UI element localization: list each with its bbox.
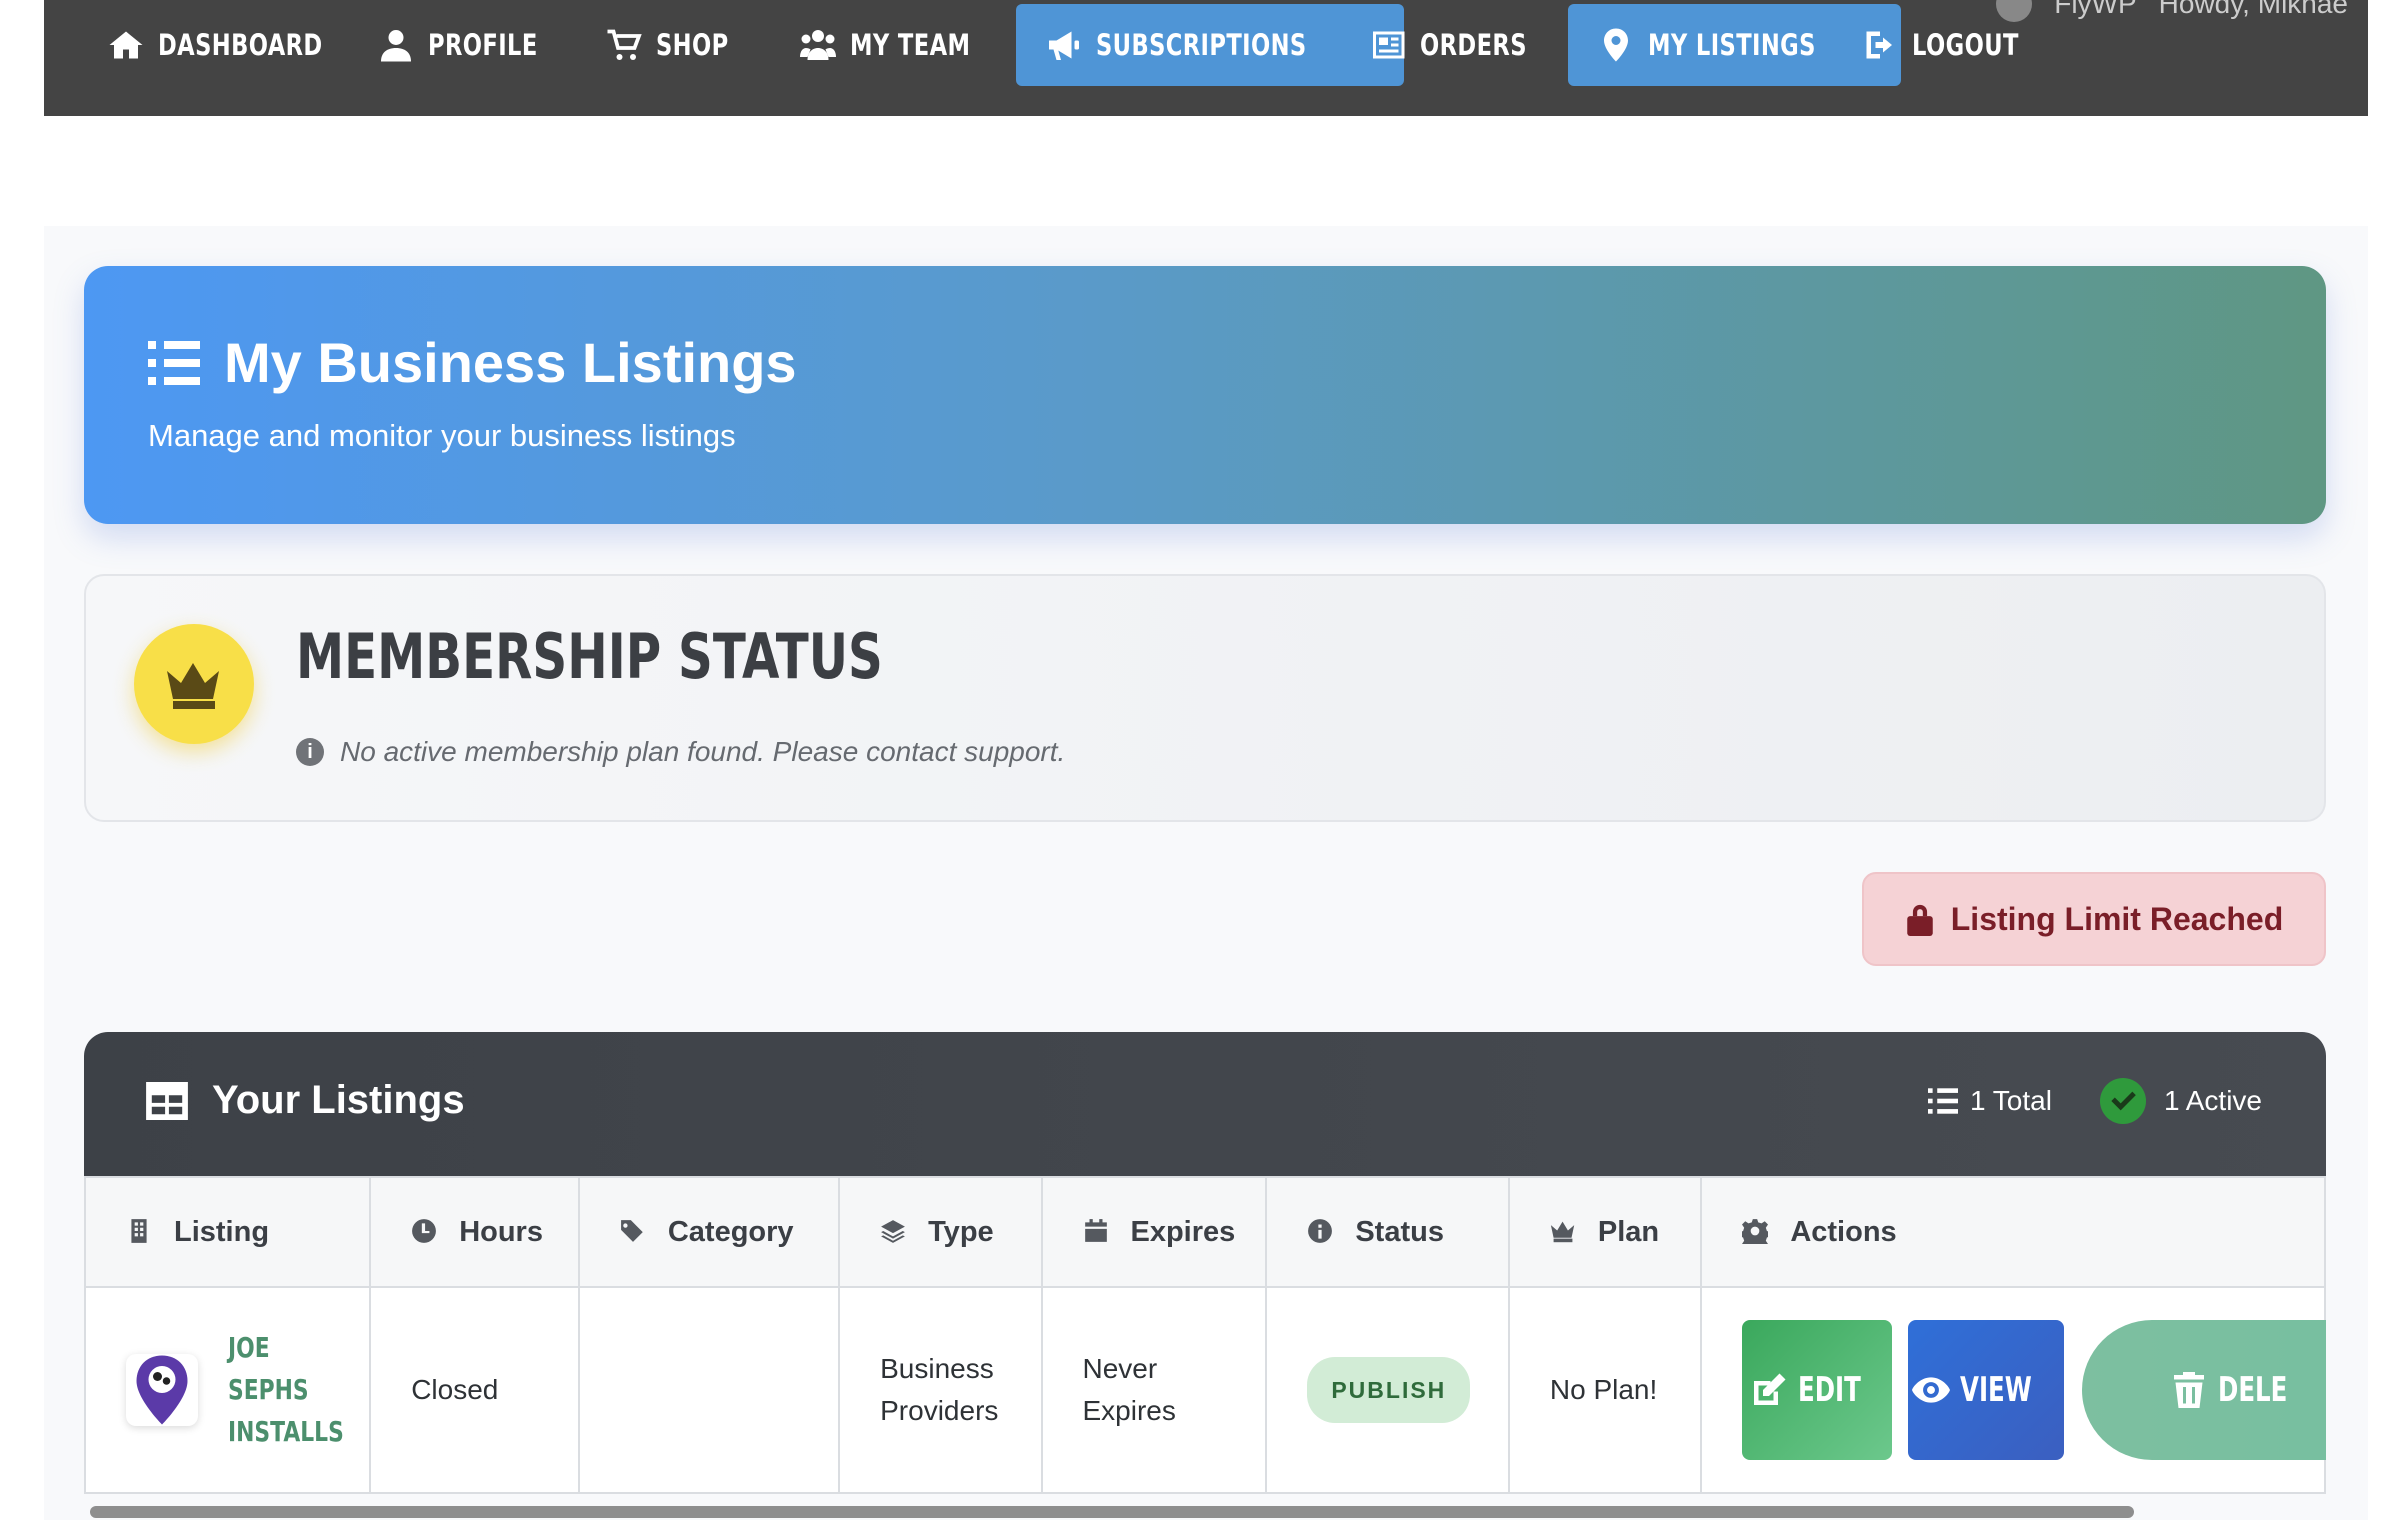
top-nav: DASHBOARD PROFILE SHOP MY TEAM SUBSCRIPT… bbox=[44, 0, 2368, 116]
nav-dashboard[interactable]: DASHBOARD bbox=[108, 4, 369, 86]
column-plan[interactable]: Plan bbox=[1507, 1176, 1703, 1288]
nav-profile[interactable]: PROFILE bbox=[378, 4, 569, 86]
logout-icon bbox=[1862, 27, 1898, 63]
column-expires[interactable]: Expires bbox=[1040, 1176, 1268, 1288]
page-subtitle: Manage and monitor your business listing… bbox=[148, 418, 736, 453]
newspaper-icon bbox=[1370, 27, 1406, 63]
list-icon bbox=[148, 340, 200, 385]
info-icon: i bbox=[296, 738, 324, 766]
hero-banner: My Business Listings Manage and monitor … bbox=[84, 266, 2326, 524]
info-icon bbox=[1307, 1218, 1333, 1244]
cell-plan: No Plan! bbox=[1507, 1286, 1703, 1494]
total-count: 1 Total bbox=[1927, 1085, 2052, 1117]
membership-card: MEMBERSHIP STATUS i No active membership… bbox=[84, 574, 2326, 822]
column-status[interactable]: Status bbox=[1265, 1176, 1510, 1288]
tags-icon bbox=[620, 1218, 646, 1244]
membership-note-text: No active membership plan found. Please … bbox=[340, 736, 1066, 767]
horizontal-scrollbar[interactable] bbox=[90, 1506, 2134, 1518]
listing-thumbnail[interactable] bbox=[126, 1354, 198, 1426]
cell-expires: Never Expires bbox=[1040, 1286, 1268, 1494]
home-icon bbox=[108, 27, 144, 63]
listing-limit-text: Listing Limit Reached bbox=[1950, 900, 2284, 937]
nav-subscriptions[interactable]: SUBSCRIPTIONS bbox=[1016, 4, 1404, 86]
active-count: 1 Active bbox=[2099, 1078, 2262, 1124]
map-pin-icon bbox=[136, 1355, 188, 1425]
listings-header: Your Listings 1 Total 1 Active bbox=[84, 1032, 2326, 1176]
cell-listing: JOE SEPHS INSTALLS bbox=[84, 1286, 372, 1494]
cell-hours: Closed bbox=[369, 1286, 580, 1494]
cell-category bbox=[577, 1286, 841, 1494]
table-header-row: Listing Hours Category Type Expires Stat… bbox=[84, 1176, 2326, 1288]
status-badge: PUBLISH bbox=[1307, 1357, 1471, 1423]
map-pin-icon bbox=[1598, 27, 1634, 63]
page-title: My Business Listings bbox=[224, 331, 797, 394]
edit-icon bbox=[1753, 1373, 1786, 1405]
nav-my-team[interactable]: MY TEAM bbox=[800, 4, 1004, 86]
lock-icon bbox=[1907, 904, 1933, 936]
building-icon bbox=[126, 1218, 152, 1244]
user-icon bbox=[378, 27, 414, 63]
listing-name-link[interactable]: JOE SEPHS INSTALLS bbox=[228, 1327, 344, 1453]
listing-limit-badge: Listing Limit Reached bbox=[1862, 872, 2326, 966]
listings-panel: Your Listings 1 Total 1 Active Listing H… bbox=[84, 1032, 2326, 1520]
delete-button[interactable]: DELE bbox=[2082, 1320, 2326, 1460]
flywp-icon bbox=[1996, 0, 2033, 22]
column-actions: Actions bbox=[1700, 1176, 2326, 1288]
table-row: JOE SEPHS INSTALLS Closed Business Provi… bbox=[84, 1286, 2326, 1494]
nav-shop[interactable]: SHOP bbox=[606, 4, 749, 86]
gear-icon bbox=[1740, 1218, 1771, 1249]
users-icon bbox=[800, 27, 836, 63]
cell-type: Business Providers bbox=[838, 1286, 1043, 1494]
nav-orders[interactable]: ORDERS bbox=[1370, 4, 1557, 86]
crown-badge bbox=[134, 624, 254, 744]
crown-icon bbox=[1550, 1218, 1576, 1244]
view-button[interactable]: VIEW bbox=[1908, 1320, 2065, 1460]
clock-icon bbox=[411, 1218, 437, 1244]
column-category[interactable]: Category bbox=[577, 1176, 841, 1288]
cell-status: PUBLISH bbox=[1265, 1286, 1510, 1494]
crown-icon bbox=[167, 663, 219, 709]
admin-bar-howdy[interactable]: Howdy, Mikhae bbox=[2159, 0, 2348, 20]
column-listing[interactable]: Listing bbox=[84, 1176, 372, 1288]
listings-table: Listing Hours Category Type Expires Stat… bbox=[84, 1176, 2326, 1494]
layers-icon bbox=[880, 1218, 906, 1244]
cart-icon bbox=[606, 27, 642, 63]
table-icon bbox=[146, 1081, 188, 1120]
edit-button[interactable]: EDIT bbox=[1742, 1320, 1893, 1460]
membership-note: i No active membership plan found. Pleas… bbox=[296, 736, 1065, 768]
cell-actions: EDIT VIEW DELE bbox=[1700, 1286, 2326, 1494]
membership-title: MEMBERSHIP STATUS bbox=[296, 620, 883, 693]
megaphone-icon bbox=[1046, 27, 1082, 63]
admin-bar: FlyWP Howdy, Mikhae bbox=[1996, 0, 2348, 22]
eye-icon bbox=[1912, 1377, 1951, 1403]
admin-bar-site[interactable]: FlyWP bbox=[2054, 0, 2136, 20]
column-type[interactable]: Type bbox=[838, 1176, 1043, 1288]
column-hours[interactable]: Hours bbox=[369, 1176, 580, 1288]
listings-title: Your Listings bbox=[212, 1078, 465, 1122]
check-circle-icon bbox=[2099, 1078, 2146, 1124]
nav-my-listings[interactable]: MY LISTINGS bbox=[1568, 4, 1902, 86]
list-icon bbox=[1927, 1088, 1958, 1114]
trash-icon bbox=[2174, 1372, 2205, 1408]
calendar-icon bbox=[1083, 1218, 1109, 1244]
